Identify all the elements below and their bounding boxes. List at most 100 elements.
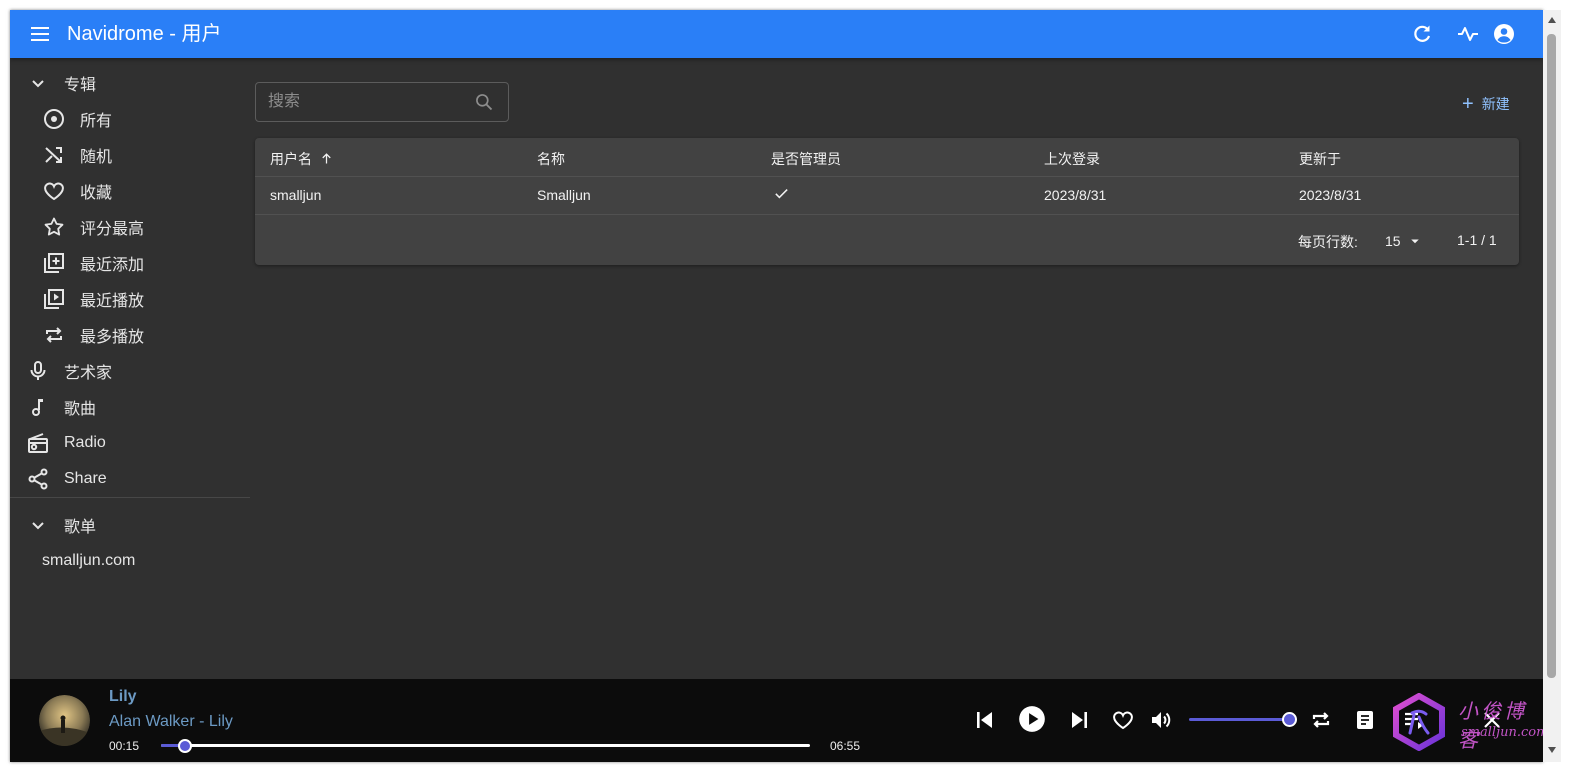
current-time: 00:15 [109, 739, 140, 753]
library-add-icon [44, 253, 64, 273]
table-row[interactable]: smalljun Smalljun 2023/8/31 2023/8/31 [255, 176, 1519, 215]
cell-username: smalljun [270, 187, 322, 203]
sidebar-item-most-played[interactable]: 最多播放 [42, 317, 144, 353]
sidebar-item-label: Radio [64, 434, 106, 451]
repeat-icon [46, 327, 62, 343]
watermark-text-cn: 小俊博客 [1458, 701, 1527, 752]
arrow-up-icon [322, 153, 331, 164]
progress-handle[interactable] [178, 739, 193, 753]
sidebar-item-label: 随机 [80, 149, 113, 166]
sidebar: 专辑 所有 随机 收藏 评分最高 最近添加 最近播放 最多播放 艺术家 歌曲 R… [10, 58, 250, 688]
play-icon[interactable] [1018, 705, 1046, 733]
sidebar-item-label: 评分最高 [80, 221, 145, 238]
rows-per-page-value: 15 [1385, 233, 1401, 249]
sidebar-item-label: 歌曲 [64, 401, 97, 418]
skip-next-icon[interactable] [1068, 708, 1092, 732]
create-button-label: 新建 [1481, 96, 1510, 112]
shuffle-icon [45, 147, 62, 163]
sidebar-item-label: 所有 [80, 113, 113, 130]
cell-last-login: 2023/8/31 [1044, 187, 1107, 203]
app-window: Navidrome - 用户 专辑 所有 随机 收藏 评分最高 最近添加 最近播… [10, 10, 1543, 762]
column-header-updated[interactable]: 更新于 [1299, 149, 1341, 169]
volume-handle[interactable] [1282, 712, 1297, 727]
cell-updated: 2023/8/31 [1299, 187, 1362, 203]
sidebar-item-radio[interactable]: Radio [26, 425, 106, 461]
mic-icon [30, 361, 46, 380]
sidebar-section-playlists[interactable]: 歌单 [26, 507, 96, 543]
search-input[interactable] [256, 83, 468, 121]
sidebar-item-label: Share [64, 470, 107, 487]
heart-icon[interactable] [1111, 708, 1135, 732]
chevron-down-icon [32, 522, 44, 530]
sidebar-item-recently-added[interactable]: 最近添加 [42, 245, 144, 281]
sidebar-section-label: 歌单 [64, 519, 97, 536]
scrollbar-thumb[interactable] [1547, 34, 1556, 678]
search-field [255, 82, 509, 122]
progress-bar[interactable] [161, 739, 810, 753]
menu-icon[interactable] [28, 22, 52, 46]
sidebar-item-all[interactable]: 所有 [42, 101, 112, 137]
duration: 06:55 [830, 739, 861, 753]
search-icon [476, 94, 493, 111]
pagination-range: 1-1 / 1 [1457, 232, 1497, 248]
scroll-up-arrow-icon[interactable] [1547, 16, 1557, 24]
dropdown-arrow-icon [1411, 239, 1420, 244]
sidebar-item-label: 最近播放 [80, 293, 145, 310]
cell-name: Smalljun [537, 187, 591, 203]
chevron-down-icon [32, 80, 44, 88]
column-header-last-login[interactable]: 上次登录 [1044, 149, 1100, 169]
page-scrollbar[interactable] [1543, 10, 1561, 762]
plus-icon: + [1462, 93, 1474, 115]
column-header-admin[interactable]: 是否管理员 [771, 149, 841, 169]
volume-slider[interactable] [1189, 718, 1289, 721]
sidebar-item-label: 最近添加 [80, 257, 145, 274]
column-header-name[interactable]: 名称 [537, 149, 565, 169]
page-title: Navidrome - 用户 [67, 23, 222, 45]
lyrics-icon[interactable] [1353, 708, 1377, 732]
activity-icon[interactable] [1456, 22, 1480, 46]
sidebar-item-recently-played[interactable]: 最近播放 [42, 281, 144, 317]
radio-icon [28, 433, 48, 453]
album-cover[interactable] [39, 695, 90, 746]
album-icon [44, 109, 64, 129]
account-icon[interactable] [1492, 22, 1516, 46]
rows-per-page-label: 每页行数: [1298, 234, 1358, 250]
share-icon [28, 468, 48, 490]
sidebar-item-share[interactable]: Share [26, 461, 107, 497]
sidebar-section-label: 专辑 [64, 77, 97, 94]
watermark: 小俊博客 smalljun.com [1390, 691, 1543, 753]
sidebar-section-albums[interactable]: 专辑 [26, 65, 96, 101]
column-header-username[interactable]: 用户名 [270, 149, 334, 169]
sidebar-item-starred[interactable]: 收藏 [42, 173, 112, 209]
watermark-text-en: smalljun.com [1461, 725, 1543, 740]
sidebar-item-random[interactable]: 随机 [42, 137, 112, 173]
sidebar-playlist-item[interactable]: smalljun.com [42, 543, 135, 579]
sidebar-item-label: 收藏 [80, 185, 113, 202]
heart-icon [44, 182, 64, 201]
music-note-icon [32, 399, 43, 416]
app-bar: Navidrome - 用户 [10, 10, 1543, 58]
check-icon [775, 189, 788, 199]
watermark-logo-icon [1393, 693, 1445, 751]
create-button[interactable]: + 新建 [1462, 94, 1510, 114]
song-artist[interactable]: Alan Walker - Lily [109, 713, 233, 731]
rows-per-page-select[interactable]: 15 [1385, 232, 1424, 250]
volume-icon[interactable] [1149, 708, 1173, 732]
users-table: 用户名 名称 是否管理员 上次登录 更新于 smalljun Smalljun … [255, 138, 1519, 265]
skip-previous-icon[interactable] [972, 708, 996, 732]
song-title[interactable]: Lily [109, 688, 137, 706]
star-icon [44, 217, 64, 236]
sidebar-item-top-rated[interactable]: 评分最高 [42, 209, 144, 245]
video-library-icon [44, 289, 64, 309]
music-player: Lily Alan Walker - Lily 00:15 06:55 小俊博客… [10, 679, 1543, 762]
column-header-label: 用户名 [270, 151, 312, 167]
sidebar-item-label: 最多播放 [80, 329, 145, 346]
playlist-label: smalljun.com [42, 552, 136, 569]
sidebar-item-label: 艺术家 [64, 365, 113, 382]
refresh-icon[interactable] [1410, 22, 1434, 46]
sidebar-item-artists[interactable]: 艺术家 [26, 353, 112, 389]
sidebar-divider [10, 497, 250, 498]
scroll-down-arrow-icon[interactable] [1547, 746, 1557, 754]
sidebar-item-songs[interactable]: 歌曲 [26, 389, 96, 425]
repeat-icon[interactable] [1309, 708, 1333, 732]
